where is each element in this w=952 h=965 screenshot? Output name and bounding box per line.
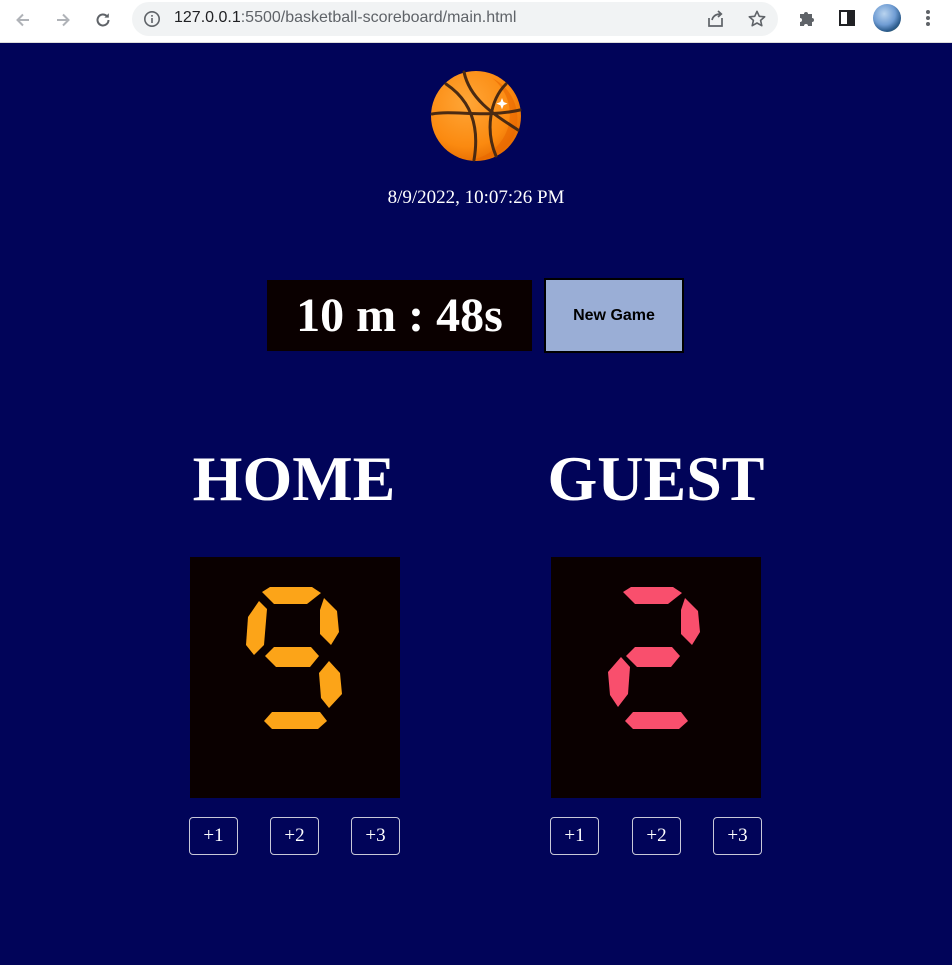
segment-g [265,647,319,667]
browser-toolbar: 127.0.0.1:5500/basketball-scoreboard/mai… [0,0,952,43]
reload-button[interactable] [88,5,118,35]
forward-button[interactable] [48,5,78,35]
new-game-button[interactable]: New Game [544,278,684,353]
basketball-icon [430,70,522,162]
home-add-3-button[interactable]: +3 [351,817,400,855]
forward-arrow-icon [57,13,70,27]
extensions-button[interactable] [795,6,819,30]
segment-f [246,601,267,655]
url-text[interactable]: 127.0.0.1:5500/basketball-scoreboard/mai… [174,9,516,27]
segment-d [625,712,688,729]
guest-add-2-button[interactable]: +2 [632,817,681,855]
segment-c [319,661,342,708]
url-path: :5500/basketball-scoreboard/main.html [240,9,517,26]
bookmark-star-icon[interactable] [747,9,767,29]
guest-title: GUEST [547,443,765,514]
guest-add-3-button[interactable]: +3 [713,817,762,855]
side-panel-icon [839,10,855,26]
menu-kebab-icon[interactable] [918,8,938,30]
home-add-2-button[interactable]: +2 [270,817,319,855]
site-info-icon[interactable] [143,10,161,28]
segment-d [264,712,327,729]
guest-score-digit [608,587,700,729]
segment-a [262,587,321,604]
side-panel-button[interactable] [835,6,859,30]
home-title: HOME [192,443,396,514]
home-score-digit [246,587,342,729]
back-arrow-icon [16,13,29,27]
guest-score-panel [551,557,761,798]
back-button[interactable] [8,5,38,35]
share-icon[interactable] [706,9,726,29]
segment-a [623,587,682,604]
url-host: 127.0.0.1 [174,9,241,26]
current-datetime: 8/9/2022, 10:07:26 PM [387,187,565,208]
home-add-1-button[interactable]: +1 [189,817,238,855]
address-bar[interactable]: 127.0.0.1:5500/basketball-scoreboard/mai… [132,2,778,36]
game-timer: 10 m : 48s [267,280,532,351]
puzzle-icon [800,12,814,26]
segment-e [608,657,630,707]
segment-g [626,647,680,667]
home-score-panel [190,557,400,798]
guest-add-1-button[interactable]: +1 [550,817,599,855]
reload-icon [96,13,110,27]
profile-avatar[interactable] [873,4,901,32]
segment-b [681,598,700,645]
segment-b [320,598,339,645]
